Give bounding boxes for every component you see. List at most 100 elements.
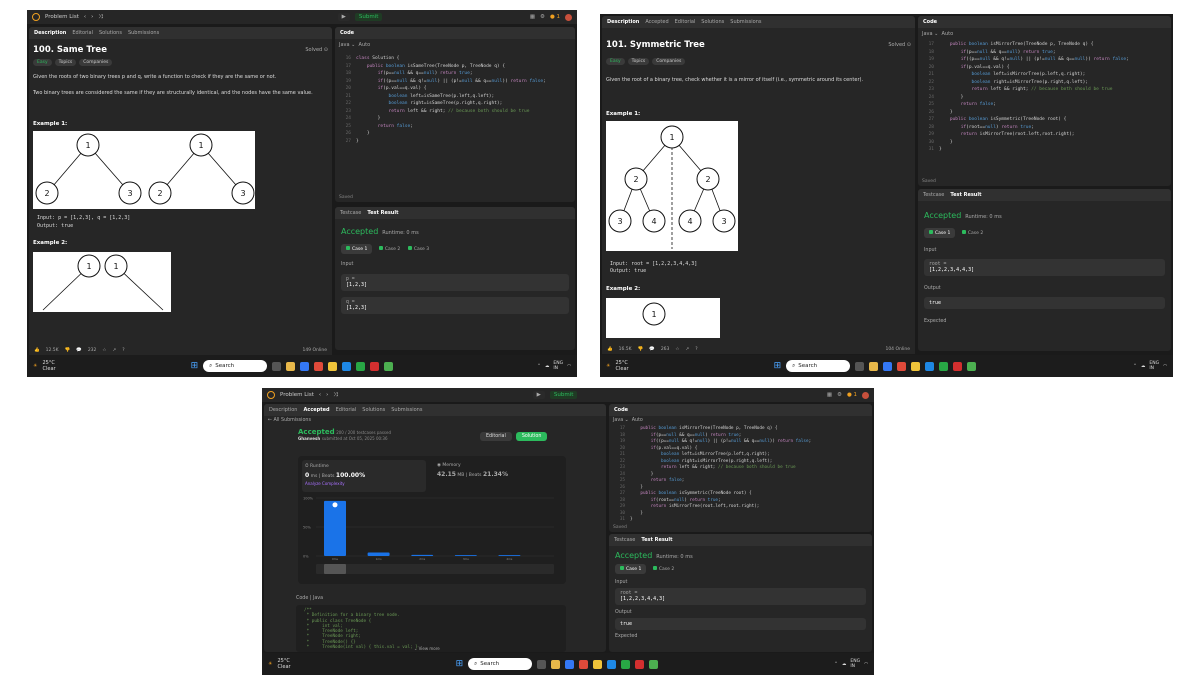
tab-accepted[interactable]: Accepted <box>303 407 329 413</box>
tab-test-result[interactable]: Test Result <box>641 537 672 543</box>
star-icon[interactable]: ☆ <box>102 348 106 353</box>
app-icon[interactable] <box>939 361 949 371</box>
tab-submissions[interactable]: Submissions <box>730 19 761 25</box>
app-icon[interactable] <box>370 361 380 371</box>
tab-testcase[interactable]: Testcase <box>614 537 635 543</box>
code-line[interactable]: 24 } <box>337 115 546 123</box>
app-icon[interactable] <box>537 659 547 669</box>
app-icon[interactable] <box>855 361 865 371</box>
code-line[interactable]: 31} <box>920 146 1129 154</box>
taskbar-search[interactable]: ⌕ Search <box>203 360 268 372</box>
wifi-icon[interactable]: ◠ <box>864 662 868 667</box>
topics-chip[interactable]: Topics <box>54 59 77 66</box>
shuffle-icon[interactable]: ⤨ <box>333 392 337 399</box>
app-icon[interactable] <box>579 659 589 669</box>
code-line[interactable]: 27} <box>337 138 546 146</box>
app-icon[interactable] <box>635 659 645 669</box>
tab-test-result[interactable]: Test Result <box>950 192 981 198</box>
like-icon[interactable]: 👍 <box>34 348 40 353</box>
leetcode-logo-icon[interactable] <box>32 13 40 21</box>
code-line[interactable]: 25 return false; <box>920 101 1129 109</box>
code-line[interactable]: 21 boolean left=isMirrorTree(p.left,q.ri… <box>920 71 1129 79</box>
code-line[interactable]: 17 public boolean isSameTree(TreeNode p,… <box>337 63 546 71</box>
streak-icon[interactable]: ● 1 <box>847 392 857 399</box>
share-icon[interactable]: ↗ <box>112 348 116 353</box>
like-icon[interactable]: 👍 <box>607 347 613 352</box>
auto-toggle[interactable]: Auto <box>359 42 371 48</box>
app-icon[interactable] <box>342 361 352 371</box>
chevron-up-icon[interactable]: ⌃ <box>1133 364 1137 369</box>
app-icon[interactable] <box>272 361 282 371</box>
tab-description[interactable]: Description <box>34 30 66 36</box>
code-line[interactable]: 24 } <box>920 94 1129 102</box>
chrome-icon[interactable] <box>649 659 659 669</box>
chevron-right-icon[interactable]: › <box>326 392 328 398</box>
app-icon[interactable] <box>897 361 907 371</box>
companies-chip[interactable]: Companies <box>652 58 686 65</box>
tab-editorial[interactable]: Editorial <box>72 30 93 36</box>
app-icon[interactable] <box>356 361 366 371</box>
tab-test-result[interactable]: Test Result <box>367 210 398 216</box>
folder-icon[interactable] <box>869 361 879 371</box>
run-button[interactable]: ▶ <box>532 391 545 399</box>
language-select[interactable]: Java <box>339 42 350 48</box>
wifi-icon[interactable]: ◠ <box>567 364 571 369</box>
language-select[interactable]: Java <box>613 418 623 423</box>
chevron-up-icon[interactable]: ⌃ <box>537 364 541 369</box>
view-more-button[interactable]: ⌄ View more <box>414 646 440 651</box>
code-line[interactable]: 25 return false; <box>337 123 546 131</box>
case-2-tab[interactable]: Case 2 <box>652 566 674 572</box>
windows-start-icon[interactable]: ⊞ <box>191 361 199 371</box>
code-line[interactable]: 27 public boolean isSymmetric(TreeNode r… <box>920 116 1129 124</box>
code-line[interactable]: 23 return left && right; // because both… <box>920 86 1129 94</box>
settings-icon[interactable]: ⚙ <box>837 392 842 399</box>
windows-start-icon[interactable]: ⊞ <box>774 361 782 371</box>
code-line[interactable]: 23 return left && right; // because both… <box>337 108 546 116</box>
layout-icon[interactable]: ▦ <box>827 392 832 399</box>
problem-list-link[interactable]: Problem List <box>280 392 314 398</box>
code-line[interactable]: 20 if(p.val==q.val) { <box>920 64 1129 72</box>
comment-icon[interactable]: 💬 <box>76 348 82 353</box>
code-editor[interactable]: 16 class Solution {17 public boolean isSa… <box>337 55 546 145</box>
tab-testcase[interactable]: Testcase <box>923 192 944 198</box>
runtime-stat[interactable]: ⏱ Runtime 0 ms | Beats 100.00% Analyze C… <box>302 460 426 492</box>
code-editor[interactable]: 17 public boolean isMirrorTree(TreeNode … <box>920 41 1129 154</box>
chevron-left-icon[interactable]: ‹ <box>319 392 321 398</box>
code-line[interactable]: 19 if((p==null && q!=null) || (p!=null &… <box>337 78 546 86</box>
all-submissions-link[interactable]: ← All Submissions <box>264 416 606 425</box>
code-line[interactable]: 26 } <box>920 109 1129 117</box>
code-line[interactable]: 18 if(p==null && q==null) return true; <box>920 49 1129 57</box>
app-icon[interactable] <box>565 659 575 669</box>
tab-description[interactable]: Description <box>269 407 297 413</box>
app-icon[interactable] <box>925 361 935 371</box>
tab-solutions[interactable]: Solutions <box>362 407 385 413</box>
dislike-icon[interactable]: 👎 <box>65 348 71 353</box>
avatar[interactable] <box>862 391 869 399</box>
code-line[interactable]: 20 if(p.val==q.val) { <box>337 85 546 93</box>
case-2-tab[interactable]: Case 2 <box>378 246 400 252</box>
chevron-up-icon[interactable]: ⌃ <box>834 662 838 667</box>
code-line[interactable]: 22 boolean right=isSameTree(p.right,q.ri… <box>337 100 546 108</box>
tab-description[interactable]: Description <box>607 19 639 25</box>
tab-solutions[interactable]: Solutions <box>99 30 122 36</box>
wifi-icon[interactable]: ◠ <box>1163 364 1167 369</box>
editorial-button[interactable]: Editorial <box>480 432 512 441</box>
case-3-tab[interactable]: Case 3 <box>407 246 429 252</box>
comment-icon[interactable]: 💬 <box>649 347 655 352</box>
auto-toggle[interactable]: Auto <box>942 31 954 37</box>
chrome-icon[interactable] <box>384 361 394 371</box>
code-line[interactable]: 19 if((p==null && q!=null) || (p!=null &… <box>920 56 1129 64</box>
code-line[interactable]: 22 boolean right=isMirrorTree(p.right,q.… <box>920 79 1129 87</box>
tab-submissions[interactable]: Submissions <box>391 407 422 413</box>
case-2-tab[interactable]: Case 2 <box>961 230 983 236</box>
cloud-icon[interactable]: ☁ <box>842 662 847 667</box>
chevron-right-icon[interactable]: › <box>91 14 93 20</box>
app-icon[interactable] <box>300 361 310 371</box>
chrome-icon[interactable] <box>967 361 977 371</box>
case-1-tab[interactable]: Case 1 <box>615 564 647 574</box>
help-icon[interactable]: ? <box>122 348 124 353</box>
tab-code[interactable]: Code <box>923 19 937 25</box>
submit-button[interactable]: Submit <box>354 13 383 21</box>
app-icon[interactable] <box>911 361 921 371</box>
cloud-icon[interactable]: ☁ <box>545 364 550 369</box>
